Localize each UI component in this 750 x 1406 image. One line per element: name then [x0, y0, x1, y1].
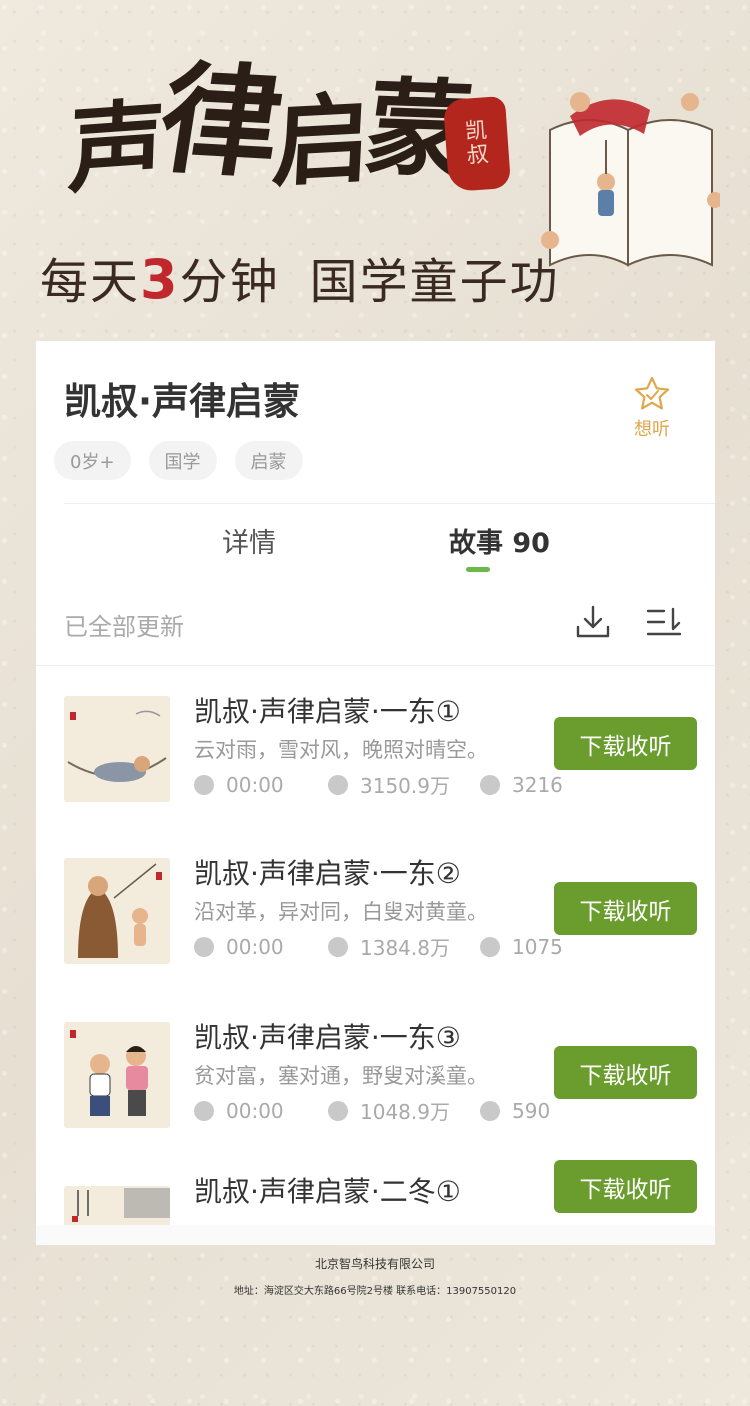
star-icon — [634, 376, 670, 410]
hero-banner: 声律启蒙 凯 叔 每天3分钟 国学童子功 — [0, 0, 750, 340]
divider — [64, 503, 715, 504]
update-status: 已全部更新 — [64, 613, 184, 641]
red-seal-stamp: 凯 叔 — [442, 95, 512, 193]
active-tab-indicator — [466, 567, 490, 572]
duration: 00:00 — [194, 1099, 328, 1123]
episode-description: 云对雨，雪对风，晚照对晴空。 — [194, 738, 488, 762]
duration-value: 00:00 — [226, 934, 284, 959]
plays-value: 1048.9万 — [360, 1100, 450, 1124]
episode-meta: 00:00 1048.9万 590 — [194, 1096, 550, 1125]
play-count: 1048.9万 — [328, 1096, 480, 1125]
company-name: 北京智鸟科技有限公司 — [314, 1257, 435, 1271]
download-listen-button[interactable]: 下载收听 — [554, 1046, 697, 1099]
episode-title: 凯叔·声律启蒙·二冬① — [194, 1175, 461, 1208]
comment-icon — [480, 1100, 500, 1121]
album-title: 凯叔·声律启蒙 — [64, 380, 301, 423]
list-item[interactable]: 凯叔·声律启蒙·一东① 云对雨，雪对风，晚照对晴空。 00:00 3150.9万… — [36, 666, 715, 830]
comment-count: 590 — [480, 1099, 550, 1123]
clock-icon — [194, 936, 214, 957]
episode-thumbnail — [64, 696, 170, 802]
play-icon — [328, 936, 348, 957]
favorite-button[interactable]: 想听 — [626, 375, 678, 441]
list-header: 已全部更新 — [36, 601, 715, 661]
plays-value: 3150.9万 — [360, 774, 450, 798]
play-icon — [328, 774, 348, 795]
slogan-post: 分钟 — [179, 254, 280, 310]
sort-icon[interactable] — [646, 605, 684, 641]
play-count: 3150.9万 — [328, 770, 480, 799]
card-bottom-edge — [36, 1225, 715, 1245]
seal-char: 凯 — [464, 118, 488, 145]
company-address: 地址：海淀区交大东路66号院2号楼 联系电话：13907550120 — [233, 1286, 517, 1297]
comment-icon — [480, 774, 500, 795]
episode-thumbnail — [64, 1022, 170, 1128]
episode-thumbnail — [64, 858, 170, 964]
list-item[interactable]: 凯叔·声律启蒙·一东② 沿对革，异对同，白叟对黄童。 00:00 1384.8万… — [36, 830, 715, 994]
banner-slogan: 每天3分钟 国学童子功 — [40, 242, 560, 312]
comment-icon — [480, 936, 500, 957]
plays-value: 1384.8万 — [360, 936, 450, 960]
album-tags: 0岁+ 国学 启蒙 — [54, 441, 321, 480]
download-listen-button[interactable]: 下载收听 — [554, 1160, 697, 1213]
clock-icon — [194, 1100, 214, 1121]
download-listen-button[interactable]: 下载收听 — [554, 717, 697, 770]
slogan-pre: 每天 — [40, 254, 141, 310]
comments-value: 1075 — [512, 934, 563, 959]
banner-calligraphy-title: 声律启蒙 — [64, 48, 472, 207]
favorite-label: 想听 — [634, 419, 670, 440]
slogan-second: 国学童子功 — [309, 254, 560, 310]
album-card: 凯叔·声律启蒙 想听 0岁+ 国学 启蒙 详情 故事 90 已全部更新 凯叔·声… — [36, 341, 715, 1245]
comment-count: 3216 — [480, 773, 563, 797]
comments-value: 590 — [512, 1098, 551, 1123]
play-count: 1384.8万 — [328, 932, 480, 961]
page-footer: 北京智鸟科技有限公司 地址：海淀区交大东路66号院2号楼 联系电话：139075… — [0, 1255, 750, 1297]
episode-title: 凯叔·声律启蒙·一东② — [194, 857, 461, 890]
tab-stories[interactable]: 故事 90 — [449, 521, 550, 560]
episode-description: 沿对革，异对同，白叟对黄童。 — [194, 900, 488, 924]
episode-description: 贫对富，塞对通，野叟对溪童。 — [194, 1064, 488, 1088]
tag-type[interactable]: 启蒙 — [234, 441, 303, 480]
download-icon[interactable] — [574, 603, 612, 641]
list-item[interactable]: 凯叔·声律启蒙·二冬① 下载收听 — [36, 1158, 715, 1245]
comment-count: 1075 — [480, 935, 563, 959]
banner-title-char: 启 — [269, 81, 368, 202]
tag-age[interactable]: 0岁+ — [54, 441, 131, 480]
tab-bar: 详情 故事 90 — [36, 521, 715, 572]
duration: 00:00 — [194, 935, 328, 959]
comments-value: 3216 — [512, 772, 563, 797]
episode-meta: 00:00 1384.8万 1075 — [194, 932, 563, 961]
slogan-number: 3 — [140, 248, 180, 311]
episode-meta: 00:00 3150.9万 3216 — [194, 770, 563, 799]
banner-title-char: 声 — [66, 87, 161, 207]
duration: 00:00 — [194, 773, 328, 797]
download-listen-button[interactable]: 下载收听 — [554, 882, 697, 935]
banner-title-char: 律 — [150, 48, 286, 195]
clock-icon — [194, 774, 214, 795]
tag-category[interactable]: 国学 — [148, 441, 217, 480]
list-item[interactable]: 凯叔·声律启蒙·一东③ 贫对富，塞对通，野叟对溪童。 00:00 1048.9万… — [36, 994, 715, 1158]
episode-title: 凯叔·声律启蒙·一东③ — [194, 1021, 461, 1054]
play-icon — [328, 1100, 348, 1121]
open-book-illustration — [541, 92, 720, 267]
duration-value: 00:00 — [226, 772, 284, 797]
seal-char: 叔 — [465, 142, 490, 169]
tab-detail[interactable]: 详情 — [222, 521, 276, 560]
episode-title: 凯叔·声律启蒙·一东① — [194, 695, 461, 728]
duration-value: 00:00 — [226, 1098, 284, 1123]
